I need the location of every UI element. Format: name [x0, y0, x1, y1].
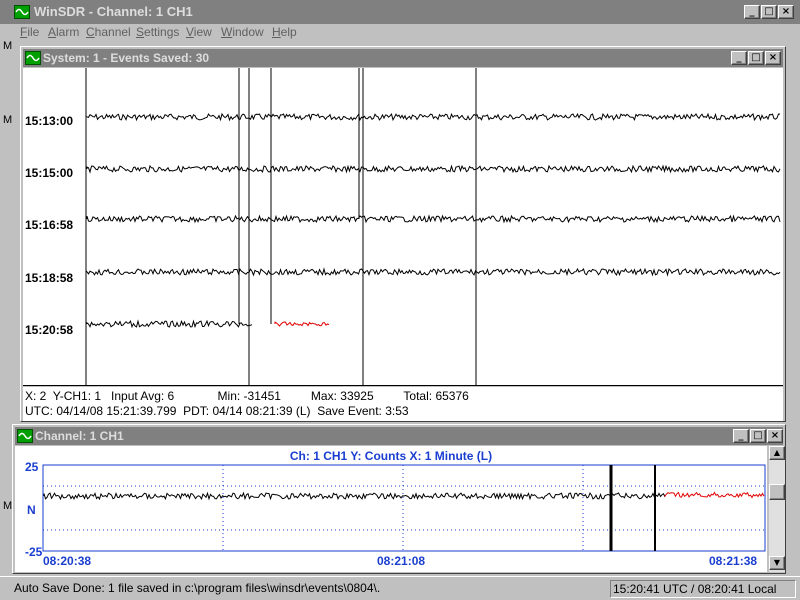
- channel-minimize-button[interactable]: _: [733, 429, 749, 443]
- channel-window: Channel: 1 CH1 _ □ × Ch: 1 CH1 Y: Counts…: [12, 424, 786, 574]
- system-maximize-button[interactable]: □: [748, 51, 764, 65]
- system-window-icon[interactable]: [25, 51, 41, 65]
- helicorder-traces: [85, 68, 781, 386]
- menu-bar: File Alarm Channel Settings View Window …: [0, 24, 800, 42]
- channel-window-title-bar[interactable]: Channel: 1 CH1 _ □ ×: [15, 427, 783, 445]
- system-window-title: System: 1 - Events Saved: 30: [43, 51, 210, 65]
- trace-row: [86, 112, 781, 122]
- system-info-panel: X: 2 Y-CH1: 1 Input Avg: 6 Min: -31451 M…: [23, 387, 783, 421]
- hidden-window-letter: M: [3, 114, 13, 126]
- menu-settings[interactable]: Settings: [136, 25, 179, 39]
- trace-row: [86, 214, 781, 224]
- winsdr-app-icon[interactable]: [14, 5, 30, 19]
- status-bar: Auto Save Done: 1 file saved in c:\progr…: [0, 576, 800, 600]
- channel-trace-plot: [42, 464, 766, 552]
- channel-window-icon[interactable]: [17, 429, 33, 443]
- app-title: WinSDR - Channel: 1 CH1: [34, 4, 193, 19]
- trace-current-segment: [274, 321, 330, 327]
- channel-plot-frame: [42, 464, 766, 552]
- menu-file[interactable]: File: [20, 25, 39, 39]
- close-button[interactable]: ×: [778, 5, 794, 19]
- maximize-button[interactable]: □: [761, 5, 777, 19]
- scroll-thumb[interactable]: [769, 484, 785, 500]
- channel-trace: [43, 491, 666, 501]
- channel-close-button[interactable]: ×: [767, 429, 783, 443]
- stats-line: X: 2 Y-CH1: 1 Input Avg: 6 Min: -31451 M…: [25, 389, 469, 403]
- channel-maximize-button[interactable]: □: [750, 429, 766, 443]
- channel-plot-area[interactable]: Ch: 1 CH1 Y: Counts X: 1 Minute (L) 25 N…: [15, 446, 767, 572]
- status-clock: 15:20:41 UTC / 08:20:41 Local: [610, 580, 796, 598]
- hidden-window-letter: M: [3, 500, 13, 512]
- hidden-window-letter: M: [3, 40, 13, 52]
- menu-help[interactable]: Help: [272, 25, 297, 39]
- status-message: Auto Save Done: 1 file saved in c:\progr…: [14, 581, 381, 595]
- system-window: System: 1 - Events Saved: 30 _ □ × 15:13…: [20, 46, 786, 422]
- trace-row: [86, 164, 781, 174]
- menu-alarm[interactable]: Alarm: [48, 25, 79, 39]
- trace-row: [86, 267, 781, 277]
- menu-channel[interactable]: Channel: [86, 25, 131, 39]
- channel-window-title: Channel: 1 CH1: [35, 429, 124, 443]
- minimize-button[interactable]: _: [744, 5, 760, 19]
- scroll-down-button[interactable]: ▼: [769, 556, 785, 570]
- menu-window[interactable]: Window: [221, 25, 264, 39]
- app-title-bar[interactable]: WinSDR - Channel: 1 CH1 _ □ ×: [0, 0, 800, 24]
- trace-row: [86, 319, 253, 329]
- system-window-title-bar[interactable]: System: 1 - Events Saved: 30 _ □ ×: [23, 49, 783, 67]
- channel-trace-current: [664, 491, 765, 499]
- system-close-button[interactable]: ×: [765, 51, 781, 65]
- channel-vertical-scrollbar[interactable]: ▲ ▼: [769, 446, 785, 572]
- time-line: UTC: 04/14/08 15:21:39.799 PDT: 04/14 08…: [25, 404, 409, 418]
- helicorder-plot[interactable]: 15:13:00 15:15:00 15:16:58 15:18:58 15:2…: [23, 68, 783, 386]
- scroll-up-button[interactable]: ▲: [769, 446, 785, 460]
- menu-view[interactable]: View: [186, 25, 212, 39]
- system-minimize-button[interactable]: _: [731, 51, 747, 65]
